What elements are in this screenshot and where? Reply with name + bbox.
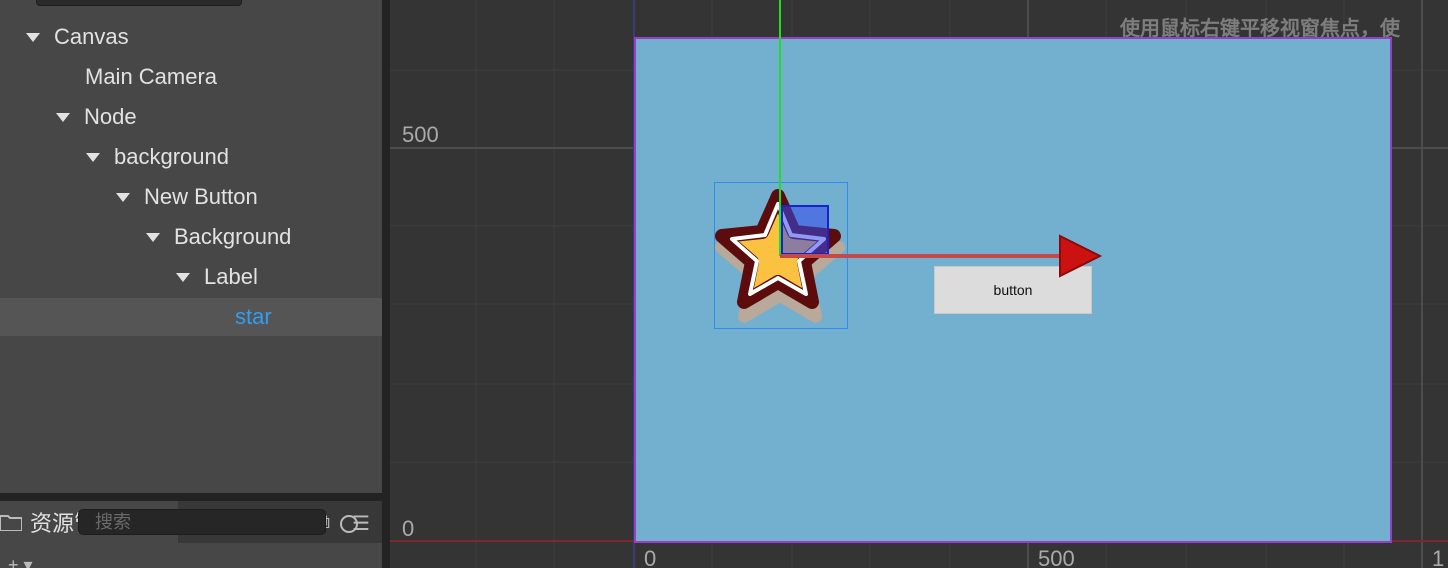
hierarchy-panel: Canvas Main Camera Node background New B…: [0, 0, 382, 496]
plane-handle[interactable]: [781, 205, 829, 255]
folder-icon: [0, 515, 22, 531]
assets-panel: 资源管理器 ⧉ ☰ + ▾ 搜索: [0, 501, 382, 568]
tree-item-label-node[interactable]: Label: [0, 258, 382, 296]
expand-arrow-icon[interactable]: [56, 112, 70, 122]
assets-search-input[interactable]: 搜索: [78, 509, 326, 535]
expand-arrow-icon[interactable]: [86, 152, 100, 162]
tree-item-star[interactable]: star: [0, 298, 382, 336]
tree-item-label: Background: [174, 224, 292, 249]
panel-splitter-horizontal[interactable]: [0, 493, 382, 501]
tree-item-main-camera[interactable]: Main Camera: [0, 58, 382, 96]
tree-item-label: New Button: [144, 184, 258, 209]
axis-label-x: 500: [1038, 546, 1075, 568]
tree-item-label: Canvas: [54, 24, 129, 49]
tree-item-label: star: [235, 304, 272, 329]
tree-item-label: Node: [84, 104, 137, 129]
search-icon[interactable]: [340, 515, 358, 533]
axis-label-y: 0: [402, 516, 415, 541]
expand-arrow-icon[interactable]: [176, 272, 190, 282]
add-asset-button[interactable]: + ▾: [8, 555, 33, 568]
tree-item-new-button[interactable]: New Button: [0, 178, 382, 216]
tree-item-background[interactable]: background: [0, 138, 382, 176]
panel-splitter-vertical[interactable]: [382, 0, 390, 568]
axis-label-x: 1: [1432, 546, 1445, 568]
assets-toolbar: + ▾: [0, 543, 382, 568]
tree-item-node[interactable]: Node: [0, 98, 382, 136]
scene-view[interactable]: 使用鼠标右键平移视窗焦点，使 500 0 0 500 1 button: [390, 0, 1448, 568]
tree-item-button-background[interactable]: Background: [0, 218, 382, 256]
expand-arrow-icon[interactable]: [146, 232, 160, 242]
move-gizmo[interactable]: [770, 0, 1110, 300]
search-placeholder: 搜索: [95, 512, 131, 532]
hierarchy-search-input[interactable]: [36, 0, 242, 6]
expand-arrow-icon[interactable]: [26, 32, 40, 42]
expand-arrow-icon[interactable]: [116, 192, 130, 202]
x-axis-arrow-icon[interactable]: [1059, 234, 1103, 278]
tree-item-canvas[interactable]: Canvas: [0, 18, 382, 56]
axis-label-y: 500: [402, 122, 439, 147]
tree-item-label: background: [114, 144, 229, 169]
tree-item-label: Main Camera: [85, 64, 218, 89]
axis-label-x: 0: [644, 546, 657, 568]
tree-item-label: Label: [204, 264, 258, 289]
